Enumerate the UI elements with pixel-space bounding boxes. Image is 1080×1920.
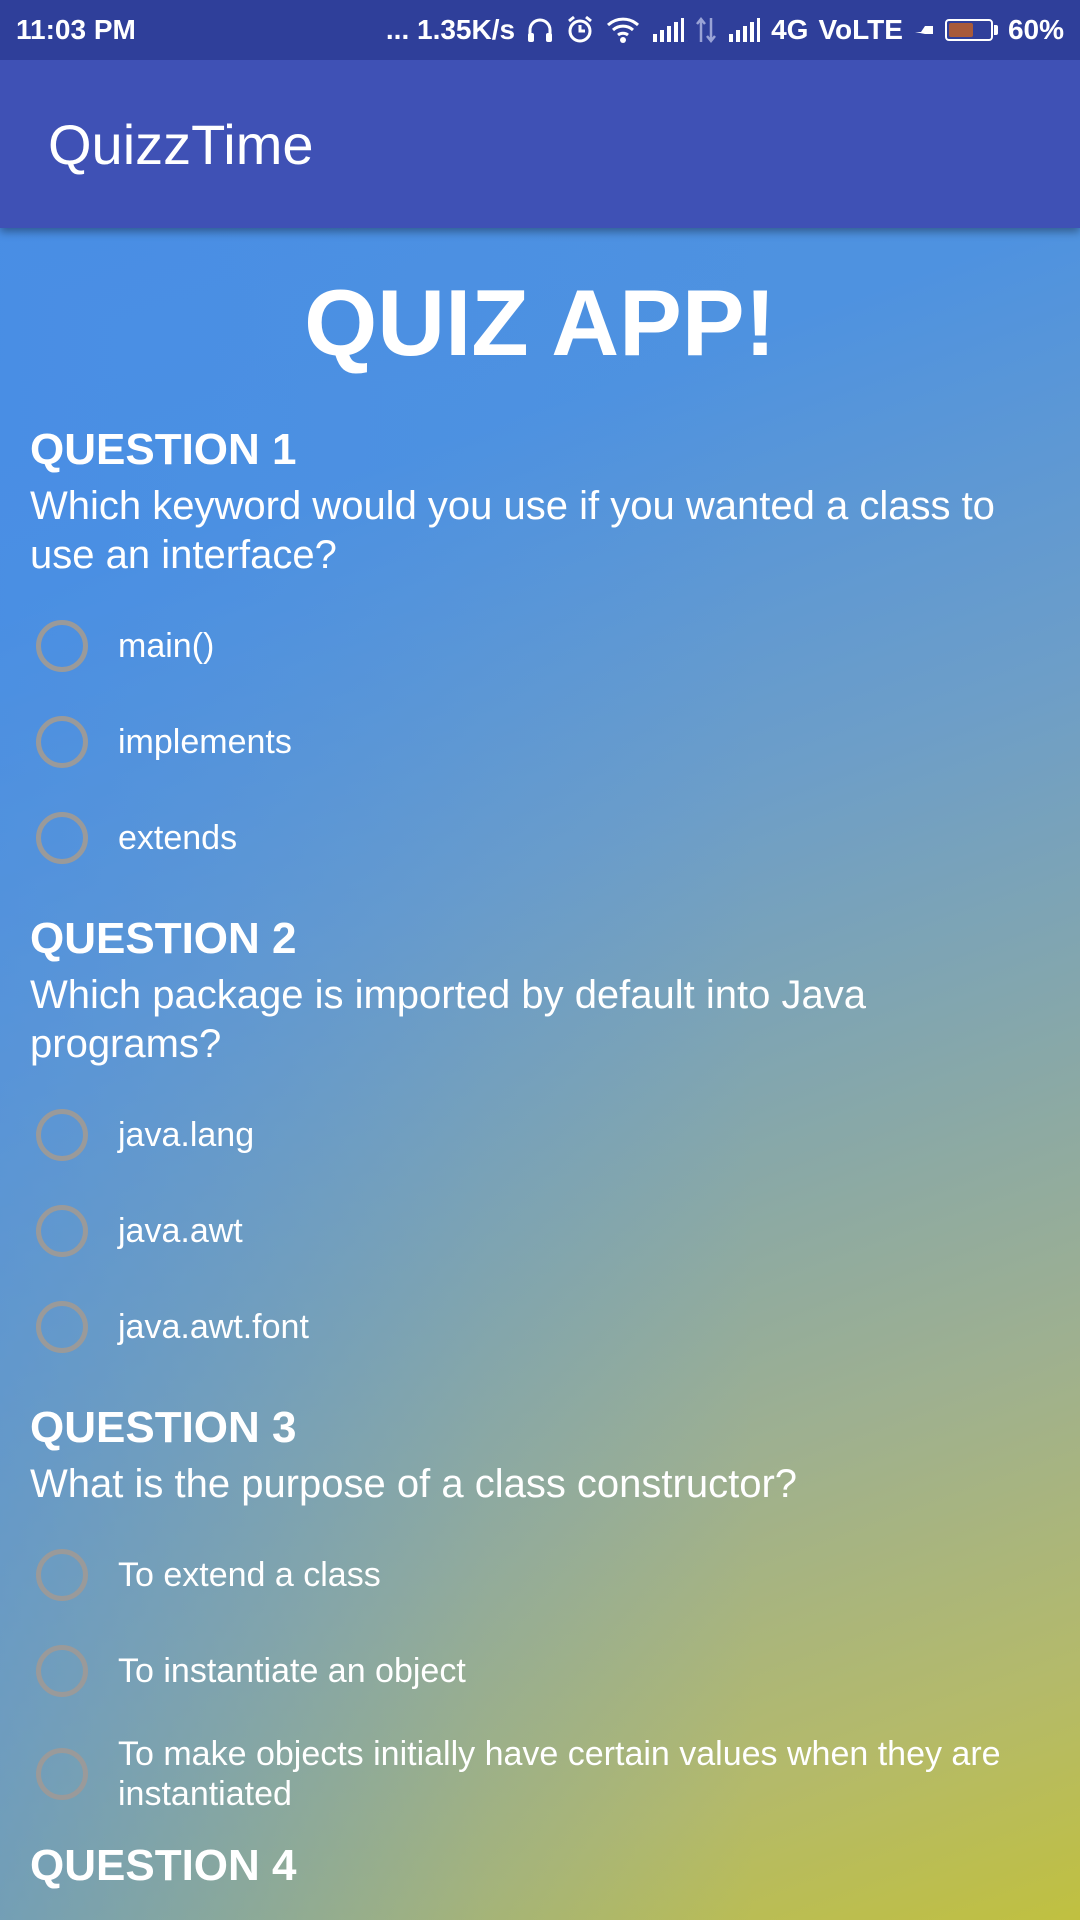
radio-button[interactable] bbox=[36, 1645, 88, 1697]
radio-option[interactable]: To extend a class bbox=[30, 1527, 1060, 1623]
alarm-icon bbox=[565, 10, 595, 50]
question-text: Which keyword would you use if you wante… bbox=[30, 484, 995, 577]
question-block: QUESTION 4 bbox=[30, 1840, 1060, 1892]
question-label: QUESTION 3 bbox=[30, 1403, 297, 1452]
question-label: QUESTION 4 bbox=[30, 1841, 297, 1890]
page-heading: QUIZ APP! bbox=[304, 270, 776, 375]
radio-button[interactable] bbox=[36, 716, 88, 768]
question-text: Which package is imported by default int… bbox=[30, 973, 866, 1066]
signal-icon bbox=[727, 10, 761, 50]
battery-icon bbox=[944, 19, 998, 41]
radio-option[interactable]: To instantiate an object bbox=[30, 1623, 1060, 1719]
radio-button[interactable] bbox=[36, 1205, 88, 1257]
battery-percent: 60% bbox=[1007, 14, 1064, 45]
radio-option[interactable]: To make objects initially have certain v… bbox=[30, 1719, 1060, 1829]
question-block: QUESTION 3 What is the purpose of a clas… bbox=[30, 1402, 1060, 1829]
signal-icon bbox=[651, 10, 685, 50]
option-group: main() implements extends bbox=[30, 598, 1060, 886]
option-label: To instantiate an object bbox=[118, 1652, 466, 1690]
option-group: java.lang java.awt java.awt.font bbox=[30, 1087, 1060, 1375]
option-label: implements bbox=[118, 723, 292, 761]
radio-option[interactable]: java.awt bbox=[30, 1183, 1060, 1279]
wifi-icon bbox=[605, 10, 641, 50]
data-arrows-icon bbox=[695, 10, 717, 50]
app-title: QuizzTime bbox=[48, 112, 314, 176]
radio-button[interactable] bbox=[36, 1301, 88, 1353]
status-time: 11:03 PM bbox=[16, 14, 136, 45]
radio-option[interactable]: implements bbox=[30, 694, 1060, 790]
question-block: QUESTION 2 Which package is imported by … bbox=[30, 913, 1060, 1375]
option-label: To extend a class bbox=[118, 1556, 381, 1594]
app-bar: QuizzTime bbox=[0, 60, 1080, 228]
charging-plug-icon bbox=[913, 10, 935, 50]
network-type: 4G bbox=[771, 14, 809, 45]
question-block: QUESTION 1 Which keyword would you use i… bbox=[30, 424, 1060, 886]
radio-option[interactable]: java.awt.font bbox=[30, 1279, 1060, 1375]
volte-label: VoLTE bbox=[818, 14, 903, 45]
radio-button[interactable] bbox=[36, 812, 88, 864]
radio-option[interactable]: extends bbox=[30, 790, 1060, 886]
quiz-content[interactable]: QUIZ APP! QUESTION 1 Which keyword would… bbox=[0, 228, 1080, 1920]
option-label: java.awt bbox=[118, 1212, 243, 1250]
option-label: main() bbox=[118, 627, 215, 665]
radio-button[interactable] bbox=[36, 1109, 88, 1161]
network-speed: ... 1.35K/s bbox=[385, 14, 516, 45]
option-label: extends bbox=[118, 819, 238, 857]
option-label: java.awt.font bbox=[118, 1308, 309, 1346]
option-label: To make objects initially have certain v… bbox=[118, 1735, 1001, 1813]
radio-button[interactable] bbox=[36, 1549, 88, 1601]
battery-fill bbox=[948, 23, 973, 37]
question-text: What is the purpose of a class construct… bbox=[30, 1462, 798, 1506]
status-bar: 11:03 PM ... 1.35K/s 4G VoLTE 60% bbox=[0, 0, 1080, 60]
headset-icon bbox=[525, 10, 555, 50]
question-label: QUESTION 1 bbox=[30, 425, 297, 474]
question-label: QUESTION 2 bbox=[30, 914, 297, 963]
option-group: To extend a class To instantiate an obje… bbox=[30, 1527, 1060, 1829]
option-label: java.lang bbox=[118, 1116, 255, 1154]
radio-button[interactable] bbox=[36, 620, 88, 672]
radio-option[interactable]: java.lang bbox=[30, 1087, 1060, 1183]
radio-option[interactable]: main() bbox=[30, 598, 1060, 694]
radio-button[interactable] bbox=[36, 1748, 88, 1800]
